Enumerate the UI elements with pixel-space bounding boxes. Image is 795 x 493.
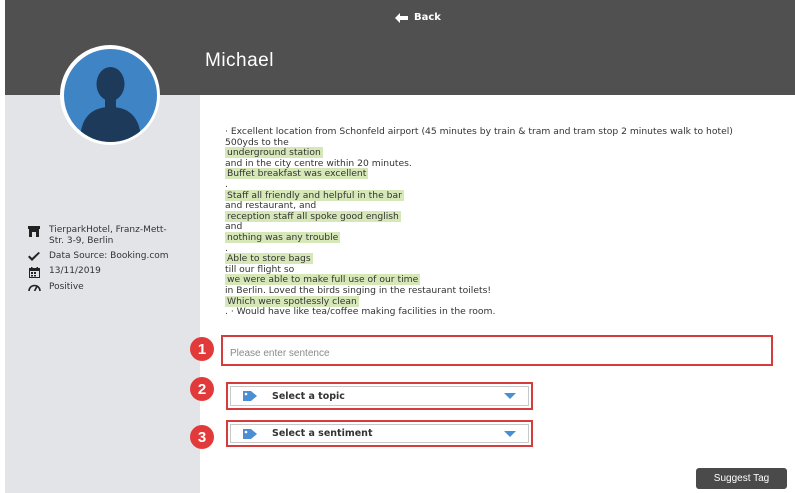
review-line-text: in Berlin. Loved the birds singing in th… [225,284,492,296]
review-date: 13/11/2019 [27,266,202,278]
callout-2: 2 [190,377,214,401]
check-icon [27,251,41,261]
review-line-text: 500yds to the [225,136,289,148]
review-line-text: and [225,221,243,233]
review-line-text: Staff all friendly and helpful in the ba… [225,189,404,201]
suggest-tag-button[interactable]: Suggest Tag [696,468,787,489]
callout-1: 1 [190,337,214,361]
gauge-icon [27,282,41,291]
topic-select[interactable]: Select a topic [230,386,529,406]
back-label: Back [414,12,441,23]
review-line-text: . [225,242,228,254]
review-line-text: and in the city centre within 20 minutes… [225,157,412,169]
sentiment-select[interactable]: Select a sentiment [230,424,529,443]
highlighted-sentence: nothing was any trouble [225,231,785,244]
topic-select-label: Select a topic [272,390,345,402]
chevron-down-icon [504,430,516,437]
avatar [60,45,160,145]
review-line-text: till our flight so [225,263,295,275]
sentence-input[interactable] [228,342,762,364]
sentence-field-frame [221,335,773,366]
calendar-icon [27,266,41,278]
data-source: Data Source: Booking.com [27,251,202,262]
review-line-text: · Excellent location from Schonfeld airp… [225,126,733,137]
review-sentiment: Positive [27,282,202,293]
user-silhouette-icon [79,66,141,142]
review-line-text: nothing was any trouble [225,231,341,243]
review-line: . · Would have like tea/coffee making fa… [225,306,785,318]
topic-select-frame: Select a topic [226,382,533,410]
hotel-name-line-1: TierparkHotel, Franz-Mett- [49,225,167,235]
tag-icon [243,428,259,439]
sentiment-text: Positive [49,282,84,292]
user-name: Michael [205,50,274,71]
date-text: 13/11/2019 [49,266,101,276]
sentiment-select-frame: Select a sentiment [226,420,533,447]
review-line-text: Which were spotlessly clean [225,295,359,307]
hotel-info: TierparkHotel, Franz-Mett- Str. 3-9, Ber… [27,225,202,247]
review-text: · Excellent location from Schonfeld airp… [225,126,785,318]
chevron-down-icon [504,393,516,399]
review-line: . [225,178,785,191]
arrow-left-icon [395,12,408,23]
tag-icon [243,391,259,401]
review-line-text: we were able to make full use of our tim… [225,274,421,286]
data-source-text: Data Source: Booking.com [49,251,169,261]
review-line: · Excellent location from Schonfeld airp… [225,126,785,138]
sidebar: TierparkHotel, Franz-Mett- Str. 3-9, Ber… [5,95,200,493]
review-line-text: Buffet breakfast was excellent [225,168,369,180]
highlighted-sentence: Able to store bags [225,253,785,265]
back-button[interactable]: Back [395,12,441,23]
review-line-text: . [225,178,228,190]
review-meta: TierparkHotel, Franz-Mett- Str. 3-9, Ber… [27,225,202,297]
review-line-text: underground station [225,147,323,159]
review-line-text: and restaurant, and [225,200,317,212]
hotel-name-line-2: Str. 3-9, Berlin [49,236,114,246]
highlighted-sentence: Buffet breakfast was excellent [225,168,785,180]
review-line-text: . · Would have like tea/coffee making fa… [225,306,496,318]
sentiment-select-label: Select a sentiment [272,428,373,439]
store-icon [27,225,41,237]
review-line-text: reception staff all spoke good english [225,210,401,222]
callout-3: 3 [190,425,214,449]
review-line-text: Able to store bags [225,253,313,265]
highlighted-sentence: reception staff all spoke good english [225,210,785,223]
review-line: in Berlin. Loved the birds singing in th… [225,284,785,297]
